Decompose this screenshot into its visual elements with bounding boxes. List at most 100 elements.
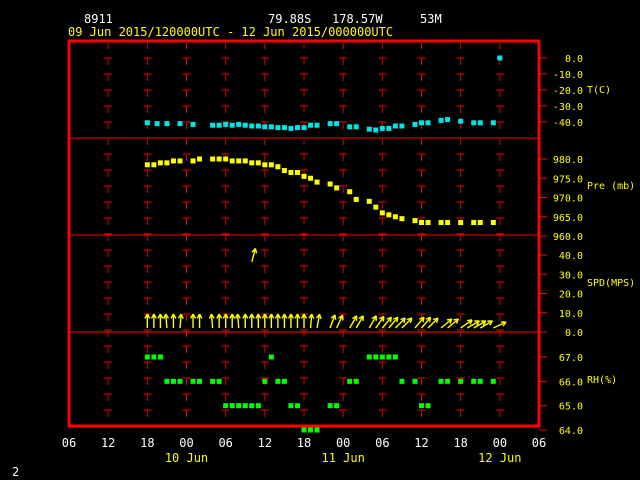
wind-arrow (261, 313, 268, 328)
pressure-point (314, 179, 320, 185)
pressure-point (412, 218, 418, 224)
temperature-point (379, 125, 385, 131)
humidity-point (490, 378, 496, 384)
wind-arrow (163, 313, 170, 329)
pressure-point (249, 160, 255, 166)
pressure-point (471, 220, 477, 226)
wind-arrow-head (453, 318, 459, 321)
temperature-point (497, 55, 503, 61)
pressure-point (177, 158, 183, 164)
wind-arrow (222, 313, 229, 328)
humidity-point (164, 378, 170, 384)
temperature-point (268, 124, 274, 130)
wind-arrow (493, 321, 507, 329)
wind-arrow (150, 313, 157, 328)
pressure-point (438, 220, 444, 226)
pressure-point (236, 158, 242, 164)
pressure-point (386, 212, 392, 218)
humidity-point (190, 378, 196, 384)
humidity-point (157, 354, 163, 360)
pressure-point (490, 220, 496, 226)
temperature-point (425, 120, 431, 126)
wind-arrow (248, 313, 255, 328)
wind-arrow (234, 313, 241, 329)
y-tick-label: 20.0 (559, 290, 583, 301)
y-tick-label: 30.0 (559, 270, 583, 281)
wind-arrow (329, 314, 337, 329)
temperature-point (177, 121, 183, 127)
humidity-point (347, 378, 353, 384)
date-label: 12 Jun (478, 451, 521, 465)
y-tick-label: 40.0 (559, 251, 583, 262)
pressure-point (334, 185, 340, 191)
wind-arrow (336, 314, 344, 329)
temperature-point (477, 120, 483, 126)
humidity-point (412, 378, 418, 384)
latitude: 79.88S (268, 12, 311, 26)
humidity-point (242, 403, 248, 409)
y-tick-label: -40.0 (553, 118, 583, 129)
pressure-point (366, 198, 372, 204)
wind-arrow (294, 313, 301, 328)
x-tick-label: 12 (101, 436, 115, 450)
grid-layer (69, 43, 539, 424)
x-tick-label: 12 (414, 436, 428, 450)
humidity-point (144, 354, 150, 360)
humidity-point (308, 427, 314, 433)
pressure-point (223, 156, 229, 162)
panel-label-pressure: Pre (mb) (587, 181, 635, 192)
temperature-point (392, 123, 398, 129)
temperature-point (144, 120, 150, 126)
wind-arrow (375, 315, 385, 329)
y-tick-label: 64.0 (559, 426, 583, 437)
wind-arrow (300, 313, 308, 328)
pressure-point (301, 173, 307, 179)
humidity-point (477, 378, 483, 384)
humidity-point (262, 378, 268, 384)
x-tick-label: 06 (375, 436, 389, 450)
y-tick-label: -10.0 (553, 70, 583, 81)
panel-label-temperature: T(C) (587, 85, 611, 96)
panel-label-humidity: RH(%) (587, 375, 617, 386)
pressure-point (255, 160, 261, 166)
humidity-point (216, 378, 222, 384)
pressure-point (151, 162, 157, 168)
x-tick-label: 00 (179, 436, 193, 450)
temperature-point (458, 118, 464, 124)
temperature-point (154, 121, 160, 127)
temperature-point (445, 117, 451, 123)
wind-arrow (242, 313, 249, 328)
panels-layer (144, 55, 507, 433)
time-period: 09 Jun 2015/120000UTC - 12 Jun 2015/0000… (68, 25, 393, 39)
wind-arrow (170, 313, 177, 328)
pressure-point (229, 158, 235, 164)
wind-arrow (216, 313, 223, 328)
wind-arrow (349, 315, 358, 329)
y-tick-label: -20.0 (553, 86, 583, 97)
humidity-point (236, 403, 242, 409)
x-tick-label: 18 (140, 436, 154, 450)
pressure-point (164, 160, 170, 166)
y-tick-label: -30.0 (553, 102, 583, 113)
meteogram: 8911 79.88S 178.57W 53M 09 Jun 2015/1200… (12, 12, 635, 479)
humidity-point (425, 403, 431, 409)
y-tick-label: 67.0 (559, 353, 583, 364)
temperature-point (216, 122, 222, 128)
station-id: 8911 (84, 12, 113, 26)
pressure-point (327, 181, 333, 187)
humidity-point (327, 403, 333, 409)
longitude: 178.57W (332, 12, 383, 26)
temperature-point (210, 122, 216, 128)
temperature-point (164, 121, 170, 127)
y-tick-label: 10.0 (559, 309, 583, 320)
temperature-point (327, 121, 333, 127)
y-tick-label: 960.0 (553, 232, 583, 243)
humidity-point (399, 378, 405, 384)
pressure-point (170, 158, 176, 164)
pressure-point (347, 189, 353, 195)
temperature-point (262, 124, 268, 130)
humidity-point (294, 403, 300, 409)
y-tick-label: 965.0 (553, 213, 583, 224)
temperature-point (255, 123, 261, 129)
humidity-point (255, 403, 261, 409)
